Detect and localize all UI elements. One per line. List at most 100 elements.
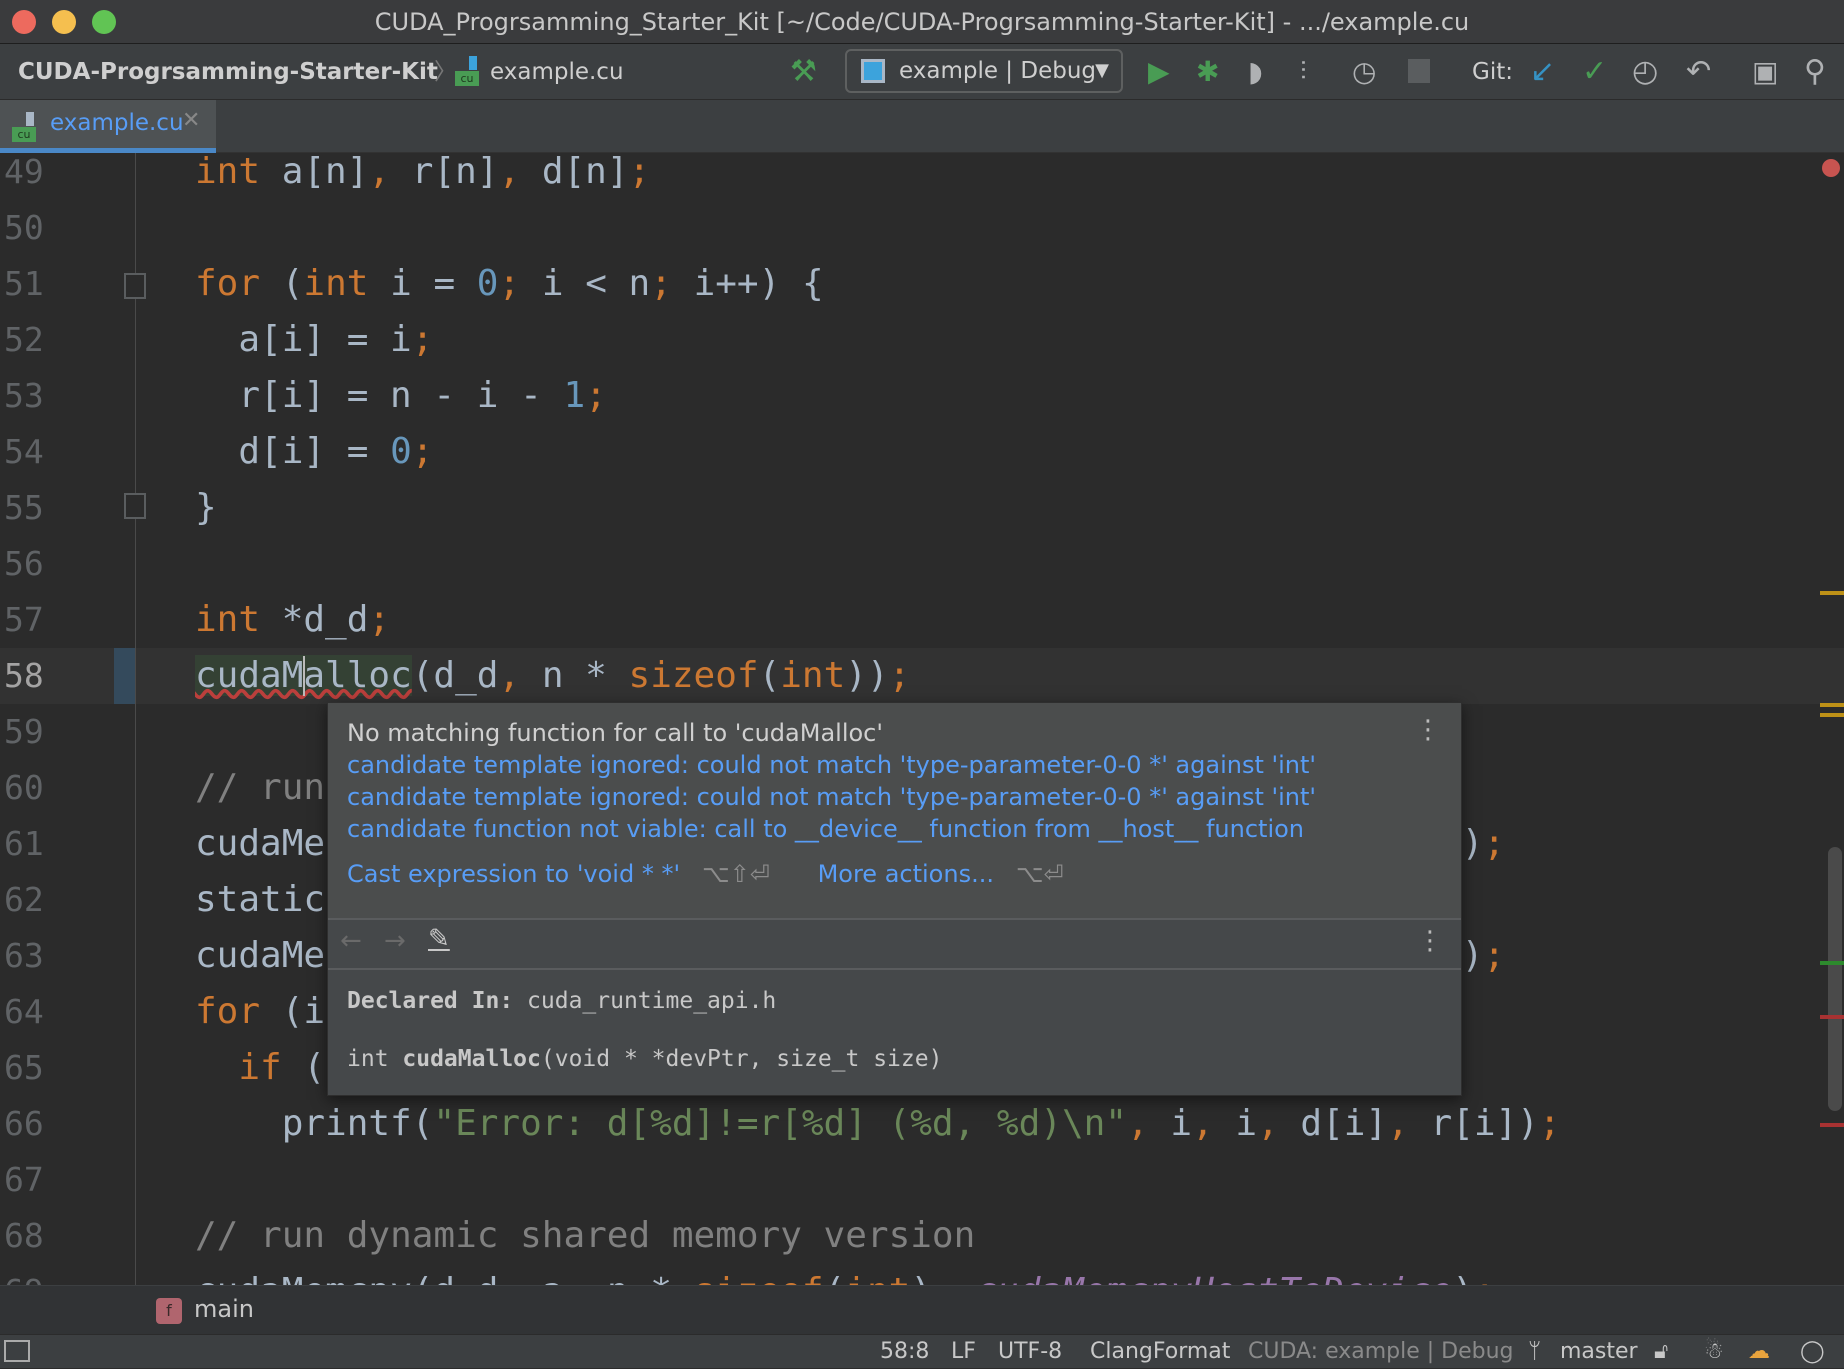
profiler-clock-icon[interactable]: ◷ (1352, 44, 1376, 100)
run-anything-icon[interactable]: ▣ (1752, 44, 1778, 100)
code-token: ) (1461, 823, 1484, 864)
more-options-icon[interactable]: ⋮ (1415, 715, 1441, 745)
error-indicator-icon[interactable] (1822, 159, 1840, 177)
code-line[interactable]: 66 printf("Error: d[%d]!=r[%d] (%d, %d)\n… (0, 1096, 1844, 1152)
code-line[interactable]: 50 (0, 200, 1844, 256)
code-token: , (498, 655, 521, 696)
minimize-window-button[interactable] (52, 10, 76, 34)
code-token: ) (1461, 935, 1484, 976)
code-token: , (498, 1271, 520, 1285)
code-text: for (i (195, 984, 325, 1040)
breadcrumb-project[interactable]: CUDA-Progrsamming-Starter-Kit (18, 44, 438, 100)
close-window-button[interactable] (12, 10, 36, 34)
tab-example-cu[interactable]: cu example.cu ✕ (0, 100, 216, 153)
declared-in-file[interactable]: cuda_runtime_api.h (527, 988, 776, 1014)
fold-end-icon[interactable] (124, 493, 146, 519)
code-token: ; (411, 431, 434, 472)
edit-pencil-icon[interactable]: ✎ (428, 924, 450, 954)
run-configuration-label: example | Debug (899, 58, 1097, 84)
event-log-icon[interactable]: ☁ (1748, 1335, 1770, 1369)
fold-collapse-icon[interactable] (124, 273, 146, 299)
code-formatter[interactable]: ClangFormat (1090, 1335, 1230, 1369)
code-text: int a[n], r[n], d[n]; (195, 153, 650, 200)
code-line[interactable]: 56 (0, 536, 1844, 592)
back-arrow-icon[interactable]: ← (340, 926, 362, 956)
git-branch[interactable]: master (1560, 1335, 1638, 1369)
git-update-icon[interactable]: ↙ (1530, 44, 1555, 100)
close-tab-icon[interactable]: ✕ (182, 108, 200, 133)
coverage-icon[interactable]: ◗ (1248, 44, 1263, 100)
code-line[interactable]: 57 int *d_d; (0, 592, 1844, 648)
code-token: // run dynamic shared memory version (195, 1215, 976, 1256)
code-text: cudaMe (195, 816, 325, 872)
line-number: 53 (4, 376, 44, 415)
editor-tab-bar: cu example.cu ✕ (0, 100, 1844, 153)
quick-fix-actions: Cast expression to 'void * *' ⌥⇧⏎ More ac… (347, 858, 1064, 890)
code-text: // run dynamic shared memory version (195, 1208, 975, 1264)
code-line[interactable]: 68 // run dynamic shared memory version (0, 1208, 1844, 1264)
run-configuration-select[interactable]: example | Debug ▼ (845, 49, 1123, 93)
text-caret (303, 656, 306, 696)
breadcrumb-function[interactable]: main (194, 1295, 254, 1323)
lock-icon[interactable]: 🔓︎ (1654, 1335, 1668, 1369)
code-line[interactable]: 49 int a[n], r[n], d[n]; (0, 153, 1844, 200)
error-stripe[interactable] (1820, 1015, 1844, 1019)
search-icon[interactable]: ⚲ (1804, 44, 1826, 100)
warning-stripe[interactable] (1820, 713, 1844, 717)
code-line[interactable]: 53 r[i] = n - i - 1; (0, 368, 1844, 424)
code-token: ( (281, 1047, 326, 1088)
git-commit-check-icon[interactable]: ✓ (1582, 44, 1607, 100)
code-token: ; (888, 655, 911, 696)
warning-stripe[interactable] (1820, 591, 1844, 595)
candidate-note[interactable]: candidate function not viable: call to _… (347, 813, 1304, 845)
code-line[interactable]: 69 cudaMemcpy(d_d, a, n * sizeof(int), cu… (0, 1264, 1844, 1285)
code-text: } (195, 480, 217, 536)
tab-label: example.cu (50, 110, 184, 136)
warning-stripe[interactable] (1820, 703, 1844, 707)
file-encoding[interactable]: UTF-8 (998, 1335, 1062, 1369)
caret-position[interactable]: 58:8 (880, 1335, 929, 1369)
cast-expression-action[interactable]: Cast expression to 'void * *' (347, 860, 680, 888)
code-token: i (1213, 1103, 1258, 1144)
code-token: sizeof (694, 1271, 824, 1285)
signature-return-type: int (347, 1046, 403, 1072)
code-token: ; (411, 319, 434, 360)
code-line[interactable]: 67 (0, 1152, 1844, 1208)
resolve-context[interactable]: CUDA: example | Debug (1248, 1335, 1514, 1369)
forward-arrow-icon[interactable]: → (384, 926, 406, 956)
candidate-note[interactable]: candidate template ignored: could not ma… (347, 781, 1316, 813)
code-token: , (1257, 1103, 1279, 1144)
breadcrumb-file[interactable]: example.cu (490, 44, 624, 100)
more-options-icon[interactable]: ⋮ (1417, 926, 1443, 956)
vertical-scrollbar[interactable] (1828, 847, 1842, 1111)
line-separator[interactable]: LF (951, 1335, 976, 1369)
notifications-icon[interactable]: ◯ (1800, 1335, 1825, 1369)
breadcrumb-separator-icon: 〉 (434, 59, 457, 85)
zoom-window-button[interactable] (92, 10, 116, 34)
code-line[interactable]: 58 cudaMalloc(d_d, n * sizeof(int)); (0, 648, 1844, 704)
more-actions-link[interactable]: More actions... (818, 860, 994, 888)
error-stripe[interactable] (1820, 1123, 1844, 1127)
cu-file-icon: cu (12, 112, 36, 142)
declared-in-label: Declared In: (347, 988, 514, 1014)
git-rollback-icon[interactable]: ↶ (1686, 44, 1711, 100)
code-line[interactable]: 52 a[i] = i; (0, 312, 1844, 368)
debug-bug-icon[interactable]: ✱ (1196, 44, 1219, 100)
candidate-note[interactable]: candidate template ignored: could not ma… (347, 749, 1316, 781)
cast-shortcut: ⌥⇧⏎ (702, 860, 770, 888)
tool-windows-toggle-icon[interactable] (4, 1340, 30, 1362)
stop-icon[interactable] (1408, 59, 1430, 83)
profile-icon[interactable]: ⫶ (1300, 44, 1307, 100)
code-line[interactable]: 51 for (int i = 0; i < n; i++) { (0, 256, 1844, 312)
code-line[interactable]: 54 d[i] = 0; (0, 424, 1844, 480)
line-number: 65 (4, 1048, 44, 1087)
code-token: int (303, 263, 369, 304)
configuration-icon (861, 59, 885, 83)
git-history-icon[interactable]: ◴ (1632, 44, 1658, 100)
code-line[interactable]: 55} (0, 480, 1844, 536)
change-stripe (1820, 961, 1844, 965)
run-icon[interactable]: ▶ (1148, 44, 1170, 100)
inspector-icon[interactable]: ☃ (1704, 1335, 1724, 1369)
code-token: cudaMemcpy(d_d (195, 1271, 498, 1285)
build-hammer-icon[interactable]: ⚒ (790, 44, 817, 100)
